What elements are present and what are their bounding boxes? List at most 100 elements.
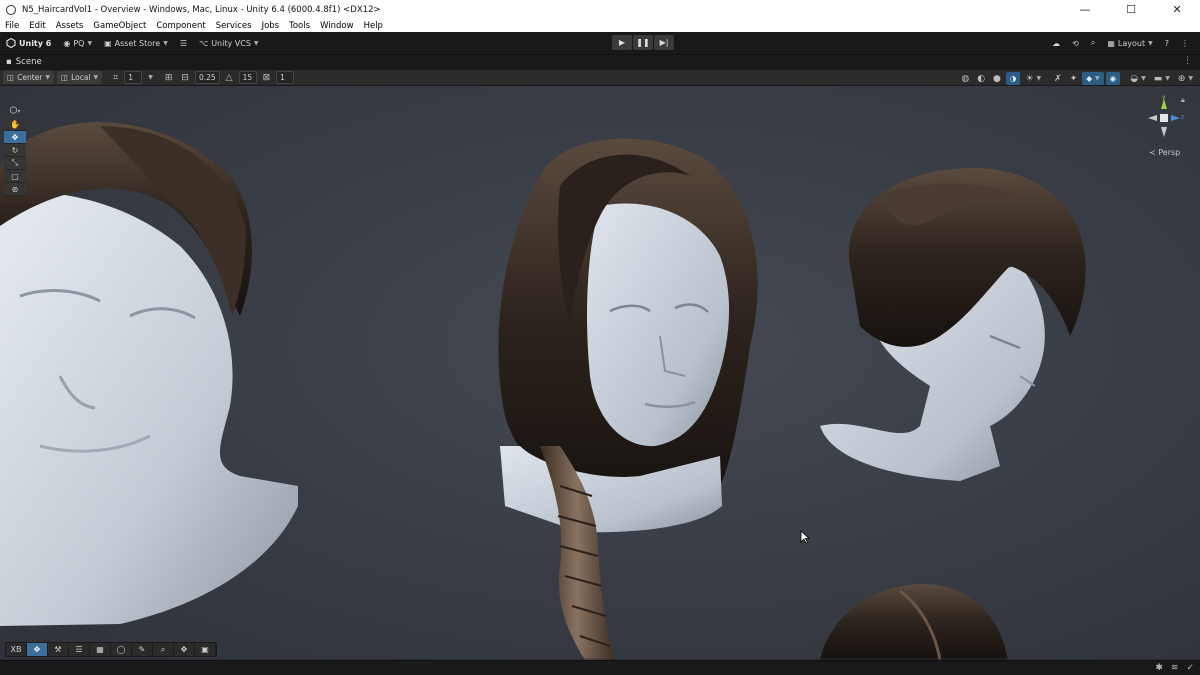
sun-icon: ☀: [1025, 73, 1034, 84]
pivot-dropdown[interactable]: ◫ Center ▼: [3, 71, 54, 84]
minimize-button[interactable]: —: [1062, 0, 1108, 19]
rotate-snap-field[interactable]: 15: [238, 71, 257, 84]
scene-tab-bar: ▪ Scene ⋮: [0, 54, 1200, 69]
gizmos-dropdown[interactable]: ⊕ ▼: [1175, 72, 1196, 85]
lighting-toggle[interactable]: ☀ ▼: [1022, 72, 1044, 85]
view-tool-button[interactable]: ✋: [4, 118, 26, 131]
zoom-overlay-button[interactable]: ⌕: [153, 643, 174, 656]
camera-overlay-button[interactable]: ▣: [195, 643, 216, 656]
gizmo-z-label: z: [1181, 114, 1184, 121]
maximize-button[interactable]: ☐: [1108, 0, 1154, 19]
rect-tool-button[interactable]: ▢: [4, 170, 26, 183]
play-button[interactable]: ▶: [612, 35, 632, 50]
menu-window[interactable]: Window: [315, 21, 359, 31]
scene-toolbar: ◫ Center ▼ ◫ Local ▼ ⌗ 1 ▼ ⊞ ⊟ 0.25 △ 15…: [0, 69, 1200, 86]
snap-value-field[interactable]: 0.25: [194, 71, 220, 84]
lock-icon[interactable]: 🔒︎: [1181, 96, 1185, 105]
search-button[interactable]: ⌕: [1086, 35, 1100, 51]
menu-jobs[interactable]: Jobs: [257, 21, 285, 31]
gizmos-visibility-button[interactable]: ◉: [1105, 72, 1121, 85]
chevron-down-icon: ▼: [253, 39, 259, 47]
camera-settings-button[interactable]: ▬ ▼: [1151, 72, 1173, 85]
scene-visibility-button[interactable]: ◆ ▼: [1082, 72, 1104, 85]
shaded-icon[interactable]: ●: [990, 72, 1004, 85]
camera-icon: ▬: [1153, 73, 1163, 84]
move-overlay-button[interactable]: ✥: [27, 643, 48, 656]
pan-overlay-button[interactable]: ✥: [174, 643, 195, 656]
draw-mode-button[interactable]: ◑: [1005, 72, 1021, 85]
move-tool-button[interactable]: ✥: [4, 131, 26, 144]
shaded-wireframe-icon[interactable]: ◐: [974, 72, 988, 85]
fx-toggle[interactable]: ✦: [1067, 72, 1081, 85]
space-dropdown[interactable]: ◫ Local ▼: [56, 71, 103, 84]
scene-viewport[interactable]: [0, 86, 1200, 660]
menu-tools[interactable]: Tools: [284, 21, 315, 31]
scene-tab[interactable]: ▪ Scene: [0, 57, 42, 67]
chevron-down-icon: ▼: [1148, 39, 1153, 47]
main-toolbar: Unity 6 ◉ PQ ▼ ▣ Asset Store ▼ ☰ ⌥ Unity…: [0, 32, 1200, 54]
menu-services[interactable]: Services: [211, 21, 257, 31]
grid-snap-icon[interactable]: ⌗: [110, 71, 121, 84]
history-icon: ⟲: [1072, 38, 1079, 48]
brush-overlay-button[interactable]: ✎: [132, 643, 153, 656]
unity-logo-icon: [6, 4, 16, 15]
check-circle-icon[interactable]: ✓: [1186, 663, 1194, 673]
main-toolbar-right: ☁ ⟲ ⌕ ▦ Layout ▼ ? ⋮: [1047, 32, 1194, 54]
tab-menu-icon[interactable]: ⋮: [1183, 56, 1192, 66]
more-button[interactable]: ⋮: [1176, 35, 1194, 51]
account-dropdown[interactable]: ◉ PQ ▼: [57, 35, 98, 51]
tool-palette-header[interactable]: ⬡ ▾: [4, 104, 26, 118]
close-button[interactable]: ✕: [1154, 0, 1200, 19]
pause-button[interactable]: ❚❚: [633, 35, 653, 50]
package-icon-button[interactable]: ☰: [174, 35, 193, 51]
grid-overlay-button[interactable]: ▦: [90, 643, 111, 656]
snap-grid-icon[interactable]: ⊟: [178, 71, 192, 84]
cloud-button[interactable]: ☁: [1047, 35, 1065, 51]
history-button[interactable]: ⟲: [1067, 35, 1084, 51]
space-label: Local: [71, 73, 91, 82]
head-model-left: [0, 122, 298, 626]
menu-component[interactable]: Component: [151, 21, 210, 31]
chevron-down-icon: ▼: [45, 74, 50, 81]
sphere-overlay-button[interactable]: ◯: [111, 643, 132, 656]
menu-help[interactable]: Help: [359, 21, 388, 31]
projection-toggle[interactable]: ≺ Persp: [1149, 148, 1180, 157]
menu-assets[interactable]: Assets: [51, 21, 89, 31]
hidden-objects-toggle[interactable]: ◒ ▼: [1127, 72, 1148, 85]
hand-icon: ✋: [10, 119, 20, 129]
search-icon: ⌕: [160, 644, 166, 654]
wireframe-icon[interactable]: ◍: [958, 72, 972, 85]
bone-icon: ⚒: [54, 645, 62, 654]
eye-closed-icon: ◒: [1130, 73, 1139, 84]
scale-snap-icon[interactable]: ⊠: [260, 71, 274, 84]
layout-dropdown[interactable]: ▦ Layout ▼: [1102, 35, 1157, 51]
help-button[interactable]: ?: [1160, 35, 1174, 51]
menu-file[interactable]: File: [0, 21, 24, 31]
list-overlay-button[interactable]: ☰: [69, 643, 90, 656]
rotate-tool-button[interactable]: ↻: [4, 144, 26, 157]
unity-account-button[interactable]: Unity 6: [0, 35, 57, 51]
more-icon: ⋮: [1181, 38, 1189, 48]
audio-toggle[interactable]: ✗: [1051, 72, 1065, 85]
grid-value-field[interactable]: 1: [124, 71, 143, 84]
chevron-down-icon: ▼: [93, 74, 99, 81]
step-button[interactable]: ▶|: [654, 35, 674, 50]
transform-tool-button[interactable]: ⊛: [4, 183, 26, 196]
grid-dropdown-icon[interactable]: ▼: [145, 71, 156, 84]
scale-tool-button[interactable]: ⤡: [4, 157, 26, 170]
bug-icon[interactable]: ✱: [1155, 663, 1163, 673]
menu-edit[interactable]: Edit: [24, 21, 50, 31]
xr-button[interactable]: XB: [6, 643, 27, 656]
asset-store-dropdown[interactable]: ▣ Asset Store ▼: [98, 35, 174, 51]
rotate-snap-icon[interactable]: △: [223, 71, 236, 84]
bone-overlay-button[interactable]: ⚒: [48, 643, 69, 656]
scale-snap-field[interactable]: 1: [276, 71, 295, 84]
layers-icon[interactable]: ≋: [1171, 663, 1179, 673]
move-icon: ✥: [11, 132, 19, 142]
increment-snap-icon[interactable]: ⊞: [162, 71, 176, 84]
menu-gameobject[interactable]: GameObject: [88, 21, 151, 31]
scene-icon: ▪: [6, 57, 12, 67]
transform-icon: ⊛: [11, 184, 19, 194]
vcs-dropdown[interactable]: ⌥ Unity VCS ▼: [193, 35, 265, 51]
projection-label: Persp: [1158, 148, 1181, 157]
